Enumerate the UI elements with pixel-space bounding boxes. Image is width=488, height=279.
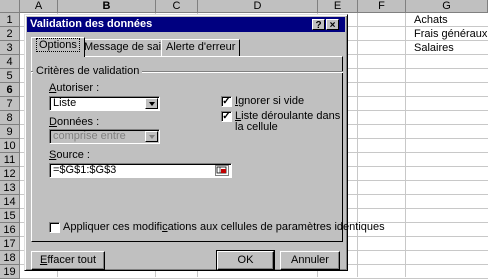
row-header[interactable]: 9 [0, 125, 20, 139]
row-header[interactable]: 17 [0, 237, 20, 251]
row-header[interactable]: 8 [0, 111, 20, 125]
dialog-titlebar[interactable]: Validation des données ? × [27, 17, 345, 32]
data-validation-dialog: Validation des données ? × Options Messa… [24, 14, 385, 271]
checkmark-icon: ✓ [222, 111, 231, 122]
row-header[interactable]: 6 [0, 83, 20, 97]
row-header[interactable]: 4 [0, 55, 20, 69]
row-header[interactable]: 11 [0, 153, 20, 167]
row-header[interactable]: 15 [0, 209, 20, 223]
source-label: Source : [49, 149, 90, 161]
row-header[interactable]: 1 [0, 13, 20, 27]
tab-error-alert[interactable]: Alerte d'erreur [161, 39, 241, 56]
row-header[interactable]: 7 [0, 97, 20, 111]
allow-dropdown[interactable]: Liste [49, 96, 160, 111]
select-all-corner[interactable] [0, 0, 20, 13]
allow-value: Liste [53, 97, 77, 109]
cell-g1[interactable]: Achats [414, 14, 448, 27]
dropdown-in-cell-label-line2[interactable]: la cellule [235, 121, 278, 134]
source-input[interactable]: =$G$1:$G$3 [49, 163, 232, 178]
dropdown-in-cell-checkbox[interactable]: ✓ [221, 111, 232, 122]
checkmark-icon: ✓ [222, 96, 231, 107]
column-header-b[interactable]: B [58, 0, 156, 13]
row-header[interactable]: 14 [0, 195, 20, 209]
apply-all-label[interactable]: Appliquer ces modifications aux cellules… [63, 221, 385, 234]
data-value: comprise entre [53, 130, 126, 142]
column-header-c[interactable]: C [156, 0, 198, 13]
cell-g3[interactable]: Salaires [414, 42, 454, 55]
data-dropdown[interactable]: comprise entre [49, 129, 160, 144]
row-header[interactable]: 2 [0, 27, 20, 41]
ignore-blank-checkbox[interactable]: ✓ [221, 96, 232, 107]
cancel-button[interactable]: Annuler [280, 251, 340, 270]
ok-button[interactable]: OK [216, 250, 275, 271]
group-label: Critères de validation [33, 65, 143, 77]
row-header[interactable]: 13 [0, 181, 20, 195]
column-header-d[interactable]: D [198, 0, 318, 13]
row-header[interactable]: 12 [0, 167, 20, 181]
column-header-e[interactable]: E [318, 0, 358, 13]
row-header[interactable]: 16 [0, 223, 20, 237]
column-header-g[interactable]: G [406, 0, 488, 13]
dialog-title: Validation des données [30, 18, 153, 30]
cell-g2[interactable]: Frais généraux [414, 28, 487, 41]
clear-all-button[interactable]: Effacer tout [31, 251, 105, 270]
row-header[interactable]: 5 [0, 69, 20, 83]
column-header-f[interactable]: F [358, 0, 406, 13]
row-header[interactable]: 3 [0, 41, 20, 55]
chevron-down-icon[interactable] [145, 98, 158, 109]
ignore-blank-label[interactable]: Ignorer si vide [235, 95, 304, 108]
apply-all-checkbox[interactable] [49, 222, 60, 233]
source-value: =$G$1:$G$3 [53, 164, 117, 176]
help-button[interactable]: ? [312, 19, 325, 31]
range-select-icon[interactable] [215, 165, 229, 176]
column-header-a[interactable]: A [20, 0, 58, 13]
allow-label: Autoriser : [49, 82, 100, 94]
close-button[interactable]: × [326, 19, 339, 31]
data-label: Données : [49, 116, 100, 128]
row-header[interactable]: 18 [0, 251, 20, 265]
tab-options[interactable]: Options [31, 37, 85, 57]
row-header[interactable]: 10 [0, 139, 20, 153]
chevron-down-icon[interactable] [145, 131, 158, 142]
